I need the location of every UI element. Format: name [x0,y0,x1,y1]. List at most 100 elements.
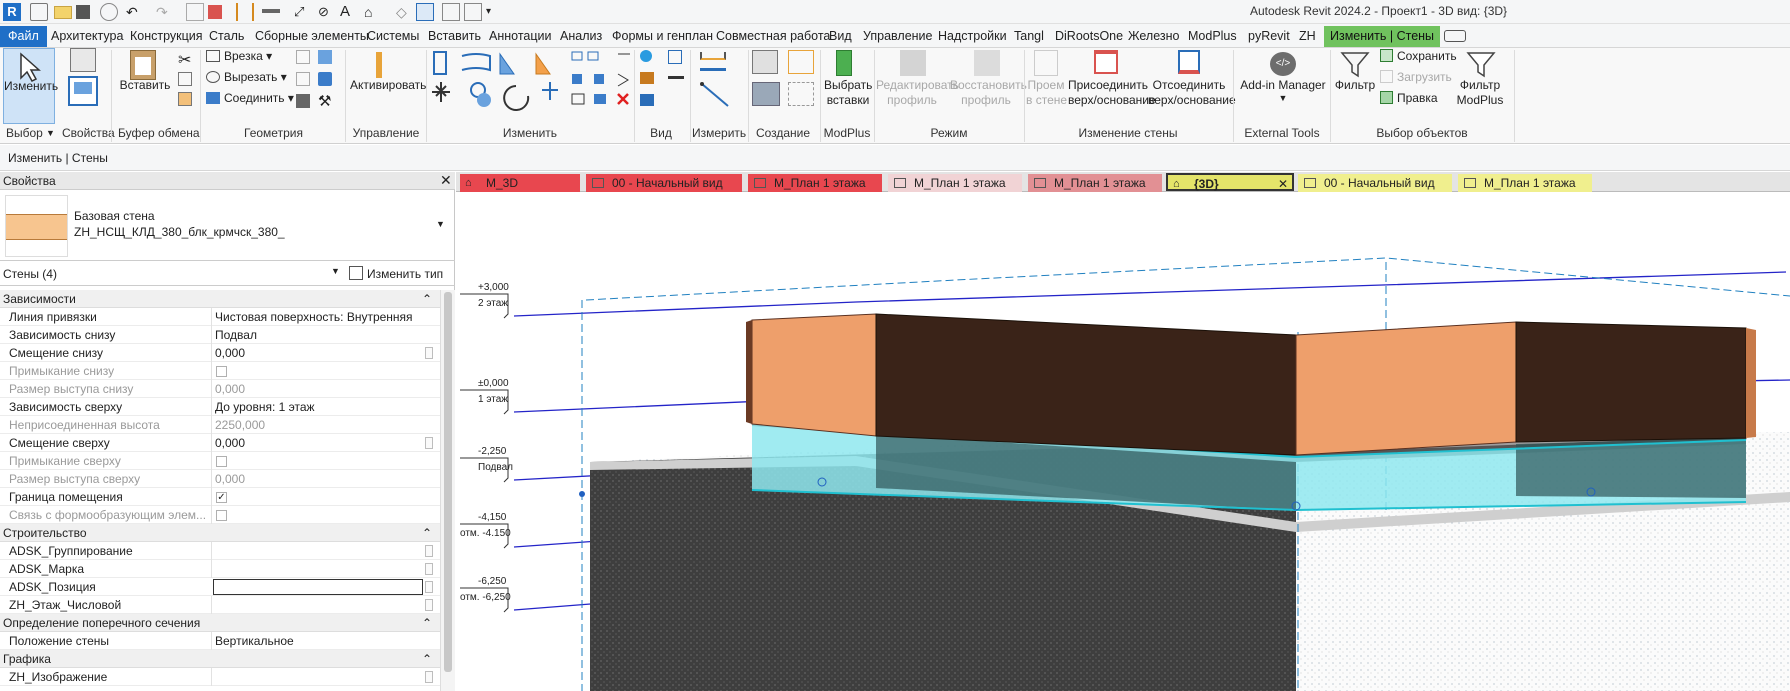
close-icon[interactable]: ✕ [440,172,452,189]
level-name[interactable]: 2 этаж [478,298,508,309]
wall-opening-button[interactable]: Проем в стене [1026,48,1067,124]
modify-tools-grid[interactable] [432,50,632,120]
tab-zh[interactable]: ZH [1299,27,1316,47]
prop-base-constraint[interactable]: Зависимость снизу Подвал [0,326,440,344]
tab-systems[interactable]: Системы [367,27,419,47]
create-parts-icon[interactable] [788,50,814,74]
tab-dirootsone[interactable]: DiRootsOne [1055,27,1123,47]
activate-button[interactable]: Активировать [350,48,426,124]
view-tab-plan-3[interactable]: М_План 1 этажа [1028,174,1162,192]
prop-zh-floor-number[interactable]: ZH_Этаж_Числовой [0,596,440,614]
section-icon[interactable]: ◇ [396,3,414,21]
group-construction[interactable]: Строительство ⌃ [0,524,440,542]
revit-logo-icon[interactable]: R [3,3,21,21]
view-tab-plan-2[interactable]: М_План 1 этажа [888,174,1022,192]
save-icon[interactable] [76,5,90,19]
create-similar-icon[interactable] [788,82,814,106]
print-icon[interactable] [186,3,204,21]
prop-top-constraint[interactable]: Зависимость сверху До уровня: 1 этаж [0,398,440,416]
level-name[interactable]: 1 этаж [478,394,508,405]
prop-adsk-position[interactable]: ADSK_Позиция [0,578,440,596]
edit-type-button[interactable]: Изменить тип [349,265,453,283]
instance-filter-select[interactable]: Стены (4) [3,267,57,281]
tab-manage[interactable]: Управление [863,27,933,47]
paste-button[interactable]: Вставить [118,48,172,124]
cope-button[interactable]: Врезка ▾ [206,49,272,64]
addin-manager-button[interactable]: </> Add-in Manager ▼ [1238,48,1328,124]
collapse-icon[interactable]: ⌃ [422,650,432,668]
edit-profile-button[interactable]: Редактировать профиль [876,48,959,124]
cut-scissors-icon[interactable]: ✂ [178,50,191,70]
text-icon[interactable]: A [340,3,358,21]
tab-modplus[interactable]: ModPlus [1188,27,1237,47]
unjoin-icon[interactable] [296,94,310,108]
attach-top-base-button[interactable]: Присоединить верх/основание [1068,48,1156,124]
undo-icon[interactable]: ↶ [126,3,144,21]
modify-button[interactable]: Изменить [3,48,58,124]
thin-lines-icon[interactable] [416,3,434,21]
prop-zh-image[interactable]: ZH_Изображение [0,668,440,686]
view-tab-m3d[interactable]: ⌂ М_3D [460,174,580,192]
adsk-position-input[interactable] [213,579,423,595]
filter-button[interactable]: Фильтр [1334,48,1376,124]
tag-icon[interactable]: ⤢ [294,3,312,21]
instance-filter-chevron-down-icon[interactable]: ▼ [331,266,340,276]
open-icon[interactable] [54,6,72,19]
tab-steel[interactable]: Сталь [209,27,244,47]
detach-top-base-button[interactable]: Отсоединить верх/основание [1148,48,1236,124]
match-properties-icon[interactable] [178,92,192,106]
view-tab-start-view[interactable]: 00 - Начальный вид [586,174,742,192]
measure-icon[interactable] [236,3,254,21]
group-constraints[interactable]: Зависимости ⌃ [0,290,440,308]
switch-windows-icon[interactable] [464,3,482,21]
tab-precast[interactable]: Сборные элементы [255,27,369,47]
tab-tangl[interactable]: Tangl [1014,27,1044,47]
level-name[interactable]: отм. -6,250 [460,592,511,603]
tab-file[interactable]: Файл [0,26,47,47]
demolish-icon[interactable] [318,72,332,86]
save-selection-button[interactable]: Сохранить [1380,49,1457,64]
tab-annotate[interactable]: Аннотации [489,27,551,47]
properties-button[interactable] [66,48,102,124]
save-pdf-icon[interactable] [208,5,222,19]
home-icon[interactable] [30,3,48,21]
level-name[interactable]: Подвал [478,462,513,473]
group-cross-section[interactable]: Определение поперечного сечения ⌃ [0,614,440,632]
view-tab-plan-4[interactable]: М_План 1 этажа [1458,174,1592,192]
type-selector-chevron-down-icon[interactable]: ▼ [436,219,445,229]
tag-by-category-icon[interactable]: ⊘ [318,3,336,21]
prop-location-line[interactable]: Линия привязки Чистовая поверхность: Внут… [0,308,440,326]
level-name[interactable]: отм. -4.150 [460,528,511,539]
redo-icon[interactable]: ↷ [156,3,174,21]
reset-profile-button[interactable]: Восстановить профиль [950,48,1027,124]
join-geometry-button[interactable]: Соединить ▾ [206,91,294,106]
close-icon[interactable]: ✕ [1278,175,1288,193]
view-cube-icon[interactable] [640,94,654,106]
aligned-dimension-icon[interactable] [262,9,280,15]
prop-top-offset[interactable]: Смещение сверху 0,000 [0,434,440,452]
tab-massing-site[interactable]: Формы и генплан [612,27,713,47]
properties-scrollbar[interactable] [440,290,455,691]
copy-icon[interactable] [178,72,192,86]
view-tab-start-view-2[interactable]: 00 - Начальный вид [1298,174,1452,192]
collapse-icon[interactable]: ⌃ [422,290,432,308]
view-tab-3d-active[interactable]: ⌂ {3D} ✕ [1166,173,1294,191]
cut-geometry-button[interactable]: Вырезать ▾ [206,70,287,85]
tab-modify-walls[interactable]: Изменить | Стены [1324,26,1441,47]
tab-collaborate[interactable]: Совместная работа [716,27,830,47]
filter-modplus-button[interactable]: Фильтр ModPlus [1450,48,1510,124]
3d-viewport[interactable]: +3,000 2 этаж ±0,000 1 этаж -2,250 Подва… [456,192,1790,691]
load-selection-button[interactable]: Загрузить [1380,70,1452,85]
prop-adsk-mark[interactable]: ADSK_Марка [0,560,440,578]
create-assembly-icon[interactable] [752,50,778,74]
sync-icon[interactable] [100,3,118,21]
measure-between-icon[interactable] [700,52,726,60]
paint-icon[interactable] [296,72,310,86]
prop-base-offset[interactable]: Смещение снизу 0,000 [0,344,440,362]
room-bounding-checkbox[interactable]: ✓ [216,492,227,503]
select-dropdown-chevron-down-icon[interactable]: ▼ [46,128,55,138]
prop-room-bounding[interactable]: Граница помещения ✓ [0,488,440,506]
hide-in-view-icon[interactable] [640,50,652,62]
tab-insert[interactable]: Вставить [428,27,481,47]
default-3d-view-icon[interactable]: ⌂ [364,3,382,21]
